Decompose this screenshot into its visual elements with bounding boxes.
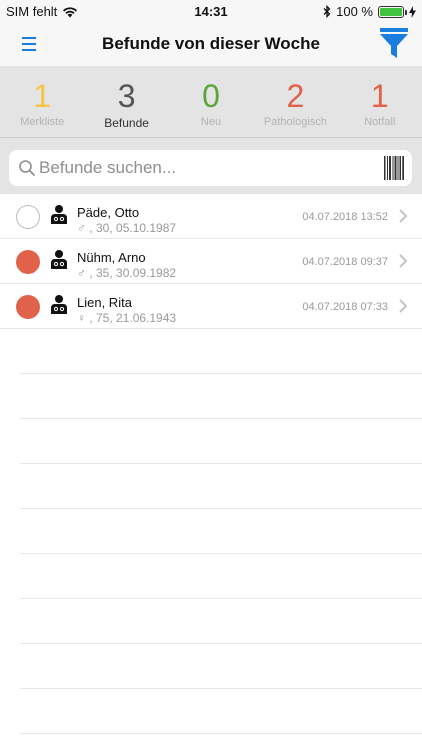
patient-name: Päde, Otto — [77, 205, 140, 220]
filter-button[interactable] — [378, 26, 410, 60]
chevron-right-icon — [399, 254, 408, 268]
flag-marker[interactable] — [16, 205, 40, 229]
result-date: 04.07.2018 13:52 — [302, 211, 388, 223]
patient-info: ♂ , 35, 30.09.1982 — [77, 266, 177, 280]
bluetooth-icon — [323, 5, 331, 18]
empty-list-row — [20, 509, 422, 554]
chevron-right-icon — [399, 299, 408, 313]
stat-value: 2 — [286, 78, 305, 114]
empty-list-row — [20, 644, 422, 689]
list-item[interactable]: Nühm, Arno ♂ , 35, 30.09.1982 04.07.2018… — [0, 239, 422, 284]
barcode-scan-icon[interactable] — [384, 156, 404, 180]
search-bar — [9, 150, 412, 186]
empty-list-row — [20, 374, 422, 419]
chevron-right-icon — [399, 209, 408, 223]
status-bar: SIM fehlt 14:31 100 % — [0, 0, 422, 22]
empty-list-row — [20, 554, 422, 599]
search-icon — [19, 160, 35, 176]
stat-value: 0 — [202, 78, 220, 114]
empty-list-row — [20, 419, 422, 464]
search-area — [0, 138, 422, 194]
stat-befunde[interactable]: 3 Befunde — [84, 66, 168, 137]
stat-notfall[interactable]: 1 Notfall — [338, 66, 422, 137]
battery-fill — [380, 7, 402, 16]
results-list: Päde, Otto ♂ , 30, 05.10.1987 04.07.2018… — [0, 194, 422, 734]
patient-name: Lien, Rita — [77, 295, 132, 310]
battery-percent: 100 % — [336, 4, 373, 19]
funnel-icon — [380, 28, 408, 58]
hamburger-icon — [22, 37, 36, 51]
result-date: 04.07.2018 09:37 — [302, 256, 388, 268]
search-input[interactable] — [39, 150, 379, 186]
battery-icon — [378, 5, 407, 18]
stat-value: 1 — [370, 78, 389, 114]
patient-info: ♂ , 30, 05.10.1987 — [77, 221, 177, 235]
stat-label: Merkliste — [20, 116, 65, 128]
stat-value: 3 — [117, 78, 136, 114]
menu-button[interactable] — [16, 32, 42, 56]
list-item[interactable]: Päde, Otto ♂ , 30, 05.10.1987 04.07.2018… — [0, 194, 422, 239]
page-title: Befunde von dieser Woche — [102, 34, 320, 53]
flag-marker[interactable] — [16, 295, 40, 319]
empty-list-row — [20, 329, 422, 374]
charging-bolt-icon — [409, 5, 416, 18]
list-item[interactable]: Lien, Rita ♀ , 75, 21.06.1943 04.07.2018… — [0, 284, 422, 329]
stat-neu[interactable]: 0 Neu — [169, 66, 253, 137]
patient-info: ♀ , 75, 21.06.1943 — [77, 311, 177, 325]
doctor-icon — [51, 205, 67, 224]
doctor-icon — [51, 295, 67, 314]
empty-list-row — [20, 599, 422, 644]
stat-merkliste[interactable]: 1 Merkliste — [0, 66, 84, 137]
flag-marker[interactable] — [16, 250, 40, 274]
navigation-bar: Befunde von dieser Woche — [0, 22, 422, 66]
stat-pathologisch[interactable]: 2 Pathologisch — [253, 66, 337, 137]
empty-list-row — [20, 689, 422, 734]
patient-name: Nühm, Arno — [77, 250, 146, 265]
stat-label: Befunde — [104, 116, 149, 130]
doctor-icon — [51, 250, 67, 269]
empty-list-row — [20, 464, 422, 509]
stat-value: 1 — [33, 78, 52, 114]
stat-label: Neu — [200, 116, 222, 128]
result-date: 04.07.2018 07:33 — [302, 301, 388, 313]
stat-label: Notfall — [364, 116, 396, 128]
stat-label: Pathologisch — [263, 116, 327, 128]
stats-summary: 1 Merkliste 3 Befunde 0 Neu 2 Pathologis… — [0, 66, 422, 138]
